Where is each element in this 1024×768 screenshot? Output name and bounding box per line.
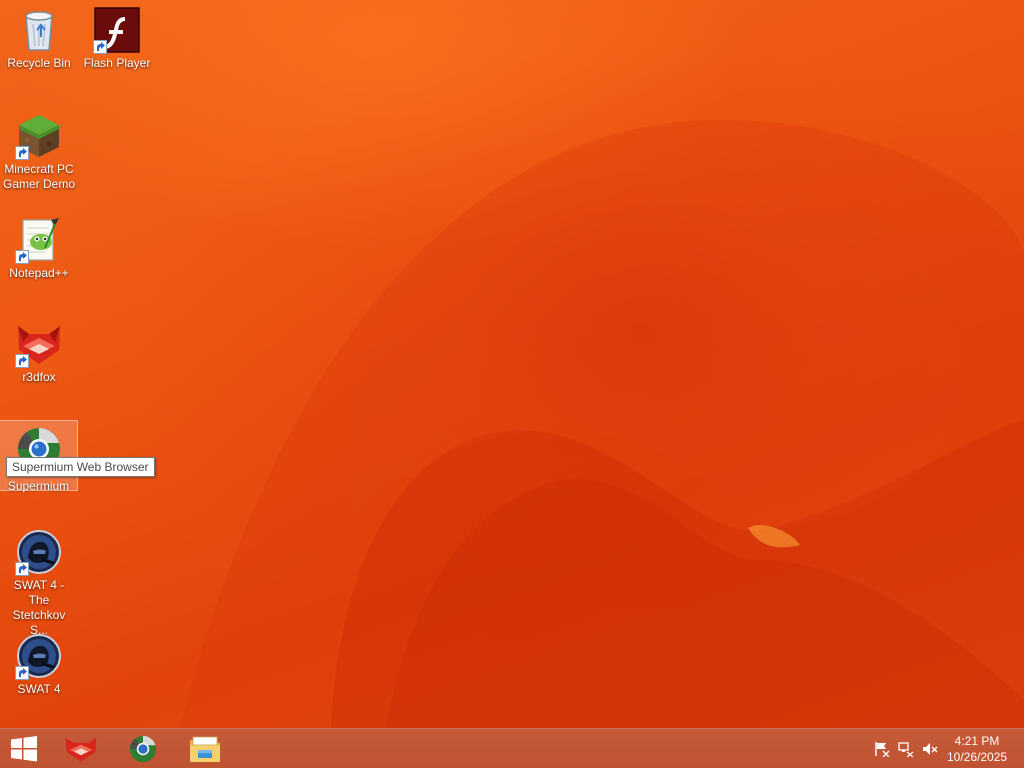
r3dfox-icon — [15, 320, 63, 368]
shortcut-arrow-icon — [15, 562, 29, 576]
clock[interactable]: 4:21 PM 10/26/2025 — [940, 733, 1014, 765]
tray-action-center[interactable] — [872, 729, 892, 768]
taskbar-item-supermium[interactable] — [119, 729, 167, 768]
desktop-icon-flash-player[interactable]: Flash Player — [78, 2, 156, 71]
taskbar-item-r3dfox[interactable] — [57, 729, 105, 768]
windows-logo-icon — [11, 736, 37, 762]
notepad-plus-plus-icon — [15, 216, 63, 264]
clock-time: 4:21 PM — [954, 734, 1000, 748]
desktop-icon-notepad-plus-plus[interactable]: Notepad++ — [0, 212, 78, 281]
shortcut-arrow-icon — [15, 354, 29, 368]
tray-network[interactable] — [896, 729, 916, 768]
start-button[interactable] — [0, 729, 48, 768]
icon-label: r3dfox — [22, 370, 56, 384]
r3dfox-icon — [65, 737, 97, 762]
flash-player-icon — [93, 6, 141, 54]
icon-label: Recycle Bin — [7, 56, 71, 70]
desktop-icon-supermium[interactable]: Supermium — [0, 420, 78, 493]
icon-label: SWAT 4 — [17, 682, 61, 696]
shortcut-arrow-icon — [15, 666, 29, 680]
recycle-bin-icon — [15, 6, 63, 54]
desktop-icon-r3dfox[interactable]: r3dfox — [0, 316, 78, 385]
tray-volume[interactable] — [920, 729, 940, 768]
icon-label: Supermium — [7, 479, 70, 493]
desktop-icon-swat4-stetchkov[interactable]: SWAT 4 - The Stetchkov S... — [0, 524, 78, 638]
taskbar: 4:21 PM 10/26/2025 — [0, 728, 1024, 768]
file-explorer-icon — [190, 736, 220, 762]
clock-date: 10/26/2025 — [946, 750, 1008, 764]
shortcut-arrow-icon — [93, 40, 107, 54]
swat4-icon — [15, 632, 63, 680]
action-center-flag-icon — [875, 742, 890, 757]
desktop-icon-recycle-bin[interactable]: Recycle Bin — [0, 2, 78, 71]
desktop-icon-minecraft[interactable]: Minecraft PC Gamer Demo — [0, 108, 78, 192]
icon-label: Flash Player — [83, 56, 151, 70]
minecraft-icon — [15, 112, 63, 160]
icon-label: Notepad++ — [9, 266, 69, 280]
swat4-icon — [15, 528, 63, 576]
tooltip: Supermium Web Browser — [6, 457, 155, 477]
shortcut-arrow-icon — [15, 250, 29, 264]
volume-muted-icon — [923, 743, 938, 755]
shortcut-arrow-icon — [15, 146, 29, 160]
desktop-icon-swat4[interactable]: SWAT 4 — [0, 628, 78, 697]
taskbar-item-file-explorer[interactable] — [181, 729, 229, 768]
supermium-icon — [129, 735, 157, 763]
desktop[interactable]: Recycle Bin Flash Player Minecraft PC Ga… — [0, 0, 1024, 768]
network-icon — [898, 742, 914, 757]
icon-label: Minecraft PC Gamer Demo — [2, 162, 76, 191]
wallpaper-swirl — [170, 120, 1024, 768]
